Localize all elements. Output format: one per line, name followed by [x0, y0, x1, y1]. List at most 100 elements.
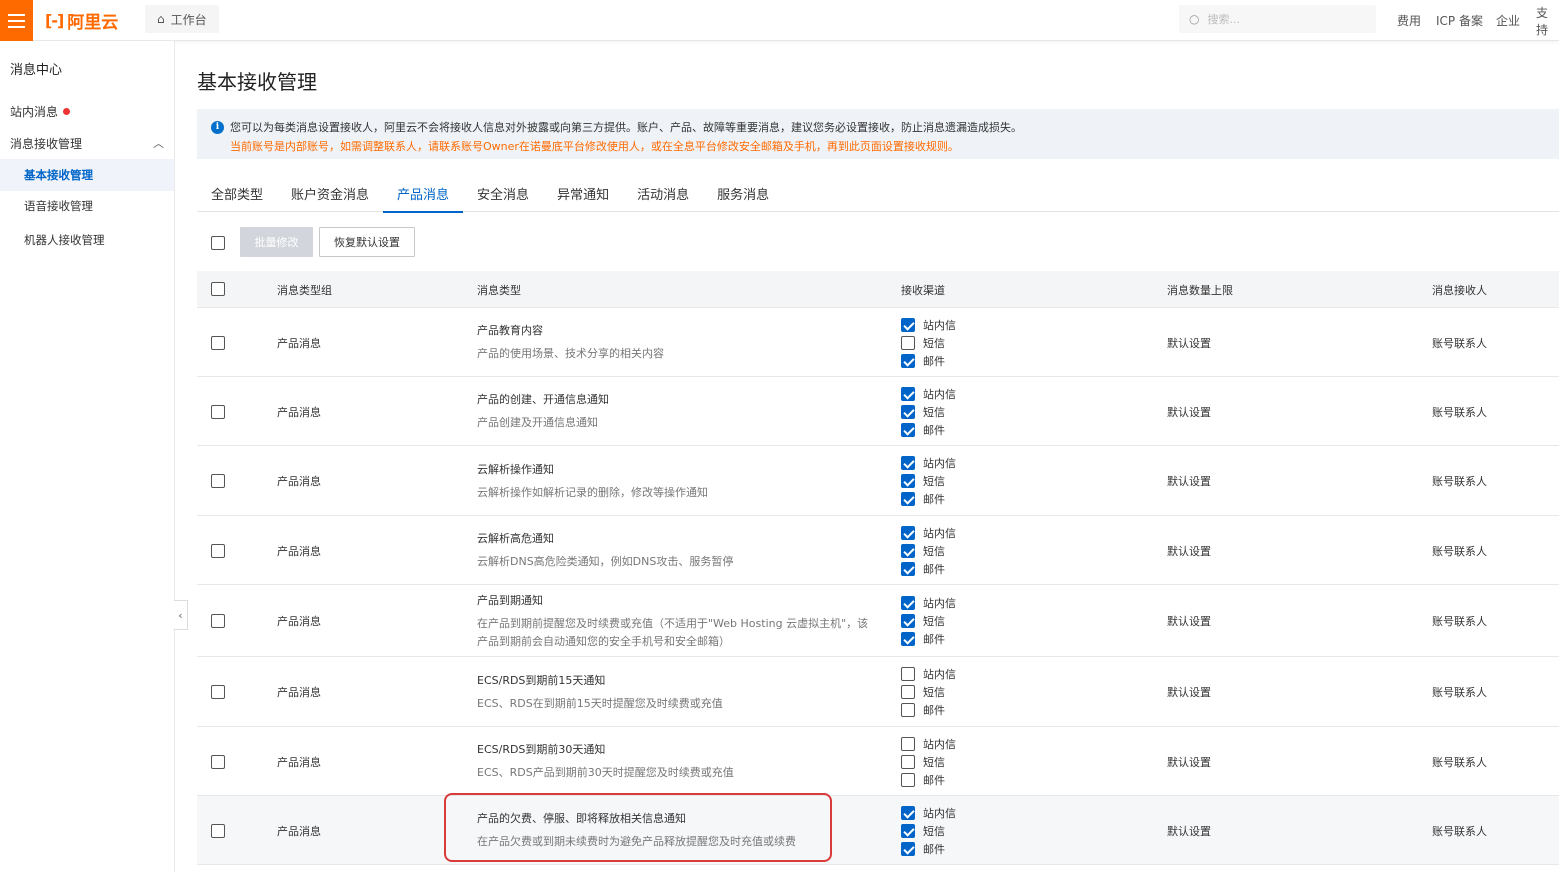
tab-activity[interactable]: 活动消息 — [623, 175, 703, 212]
row-receiver[interactable]: 账号联系人 — [1432, 543, 1487, 559]
channel-option[interactable]: 站内信 — [901, 665, 956, 683]
channel-checkbox[interactable] — [901, 525, 915, 540]
toolbar: 批量修改 恢复默认设置 — [197, 227, 437, 257]
top-link-enterprise[interactable]: 企业 — [1496, 0, 1520, 41]
table-header: 消息类型组 消息类型 接收渠道 消息数量上限 消息接收人 — [197, 271, 1559, 308]
row-receiver[interactable]: 账号联系人 — [1432, 754, 1487, 770]
channel-option[interactable]: 短信 — [901, 822, 945, 840]
row-limit[interactable]: 默认设置 — [1167, 823, 1211, 839]
channel-option[interactable]: 邮件 — [901, 352, 945, 370]
row-receiver[interactable]: 账号联系人 — [1432, 823, 1487, 839]
row-receiver[interactable]: 账号联系人 — [1432, 404, 1487, 420]
logo[interactable]: [-] 阿里云 — [45, 9, 118, 33]
sidebar-collapse-icon[interactable]: ‹ — [174, 600, 188, 630]
channel-checkbox[interactable] — [901, 596, 915, 610]
channel-checkbox[interactable] — [901, 703, 915, 717]
channel-option[interactable]: 短信 — [901, 683, 945, 701]
tab-account-funds[interactable]: 账户资金消息 — [277, 175, 383, 212]
sidebar-item-inbox[interactable]: 站内消息 — [10, 103, 71, 120]
channel-option[interactable]: 短信 — [901, 612, 945, 630]
row-checkbox[interactable] — [211, 474, 225, 488]
channel-checkbox[interactable] — [901, 823, 915, 838]
channel-checkbox[interactable] — [901, 561, 915, 576]
top-link-icp[interactable]: ICP 备案 — [1436, 0, 1483, 41]
channel-option[interactable]: 站内信 — [901, 735, 956, 753]
row-limit[interactable]: 默认设置 — [1167, 335, 1211, 351]
row-checkbox[interactable] — [211, 754, 225, 769]
row-checkbox[interactable] — [211, 404, 225, 419]
channel-option[interactable]: 短信 — [901, 753, 945, 771]
batch-edit-button[interactable]: 批量修改 — [240, 227, 313, 257]
channel-checkbox[interactable] — [901, 422, 915, 437]
row-type-title: ECS/RDS到期前15天通知 — [477, 673, 606, 687]
channel-option[interactable]: 短信 — [901, 472, 945, 490]
menu-icon[interactable] — [0, 0, 33, 41]
channel-checkbox[interactable] — [901, 543, 915, 558]
channel-option[interactable]: 站内信 — [901, 385, 956, 403]
channel-option[interactable]: 站内信 — [901, 316, 956, 334]
channel-option[interactable]: 站内信 — [901, 454, 956, 472]
channel-checkbox[interactable] — [901, 474, 915, 488]
row-limit[interactable]: 默认设置 — [1167, 473, 1211, 489]
sidebar-item-voice[interactable]: 语音接收管理 — [0, 190, 174, 222]
sidebar-group-receive[interactable]: 消息接收管理 ︿ — [0, 127, 174, 159]
channel-option[interactable]: 邮件 — [901, 421, 945, 439]
channel-option[interactable]: 短信 — [901, 334, 945, 352]
search-input[interactable]: ○ 搜索... — [1179, 5, 1376, 33]
channel-checkbox[interactable] — [901, 317, 915, 332]
channel-option[interactable]: 邮件 — [901, 630, 945, 648]
row-receiver[interactable]: 账号联系人 — [1432, 684, 1487, 700]
restore-default-button[interactable]: 恢复默认设置 — [319, 227, 415, 257]
row-receiver[interactable]: 账号联系人 — [1432, 473, 1487, 489]
toolbar-select-checkbox[interactable] — [211, 236, 225, 250]
row-limit[interactable]: 默认设置 — [1167, 543, 1211, 559]
row-checkbox[interactable] — [211, 335, 225, 350]
channel-checkbox[interactable] — [901, 841, 915, 856]
row-checkbox[interactable] — [211, 823, 225, 838]
select-all-checkbox[interactable] — [211, 282, 225, 296]
row-checkbox[interactable] — [211, 543, 225, 558]
channel-option[interactable]: 短信 — [901, 403, 945, 421]
tab-security[interactable]: 安全消息 — [463, 175, 543, 212]
tab-all[interactable]: 全部类型 — [197, 175, 277, 212]
channel-checkbox[interactable] — [901, 736, 915, 751]
channel-checkbox[interactable] — [901, 667, 915, 681]
channel-option[interactable]: 短信 — [901, 542, 945, 560]
sidebar-item-basic[interactable]: 基本接收管理 — [0, 159, 174, 191]
channel-checkbox[interactable] — [901, 614, 915, 628]
sidebar-item-robot[interactable]: 机器人接收管理 — [0, 224, 174, 256]
channel-checkbox[interactable] — [901, 335, 915, 350]
tab-service[interactable]: 服务消息 — [703, 175, 783, 212]
channel-checkbox[interactable] — [901, 404, 915, 419]
channel-checkbox[interactable] — [901, 353, 915, 368]
row-limit[interactable]: 默认设置 — [1167, 754, 1211, 770]
workbench-button[interactable]: ⌂ 工作台 — [145, 5, 219, 33]
row-checkbox[interactable] — [211, 685, 225, 699]
channel-option[interactable]: 站内信 — [901, 804, 956, 822]
channel-option[interactable]: 邮件 — [901, 560, 945, 578]
row-receiver[interactable]: 账号联系人 — [1432, 613, 1487, 629]
top-link-support[interactable]: 支持 — [1536, 0, 1559, 41]
channel-checkbox[interactable] — [901, 772, 915, 787]
channel-option[interactable]: 邮件 — [901, 490, 945, 508]
channel-option[interactable]: 邮件 — [901, 840, 945, 858]
row-receiver[interactable]: 账号联系人 — [1432, 335, 1487, 351]
tab-product[interactable]: 产品消息 — [383, 175, 464, 213]
tab-anomaly[interactable]: 异常通知 — [543, 175, 623, 212]
channel-option[interactable]: 站内信 — [901, 594, 956, 612]
channel-checkbox[interactable] — [901, 386, 915, 401]
channel-option[interactable]: 邮件 — [901, 771, 945, 789]
row-limit[interactable]: 默认设置 — [1167, 613, 1211, 629]
row-limit[interactable]: 默认设置 — [1167, 404, 1211, 420]
channel-checkbox[interactable] — [901, 632, 915, 646]
row-checkbox[interactable] — [211, 614, 225, 628]
top-link-fees[interactable]: 费用 — [1397, 0, 1421, 41]
channel-checkbox[interactable] — [901, 456, 915, 470]
row-limit[interactable]: 默认设置 — [1167, 684, 1211, 700]
channel-checkbox[interactable] — [901, 754, 915, 769]
channel-option[interactable]: 站内信 — [901, 524, 956, 542]
channel-checkbox[interactable] — [901, 805, 915, 820]
channel-option[interactable]: 邮件 — [901, 701, 945, 719]
channel-checkbox[interactable] — [901, 685, 915, 699]
channel-checkbox[interactable] — [901, 492, 915, 506]
